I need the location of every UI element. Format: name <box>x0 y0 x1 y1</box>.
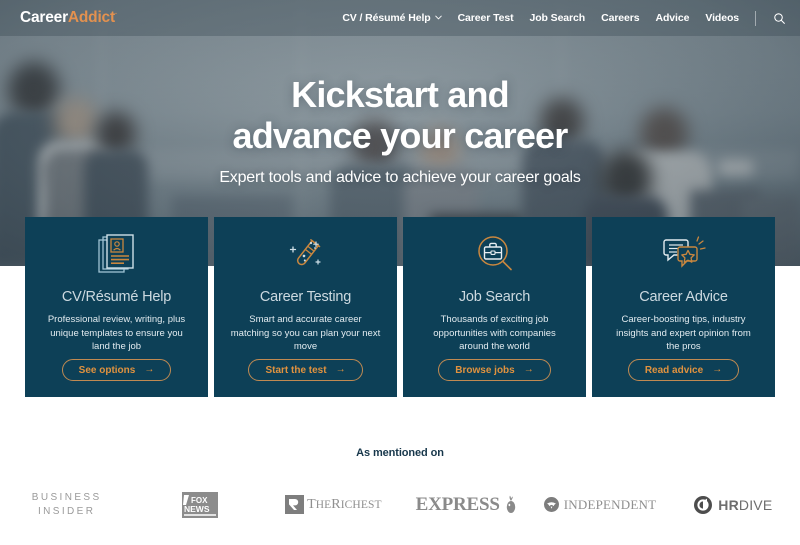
logo-text-accent: Addict <box>67 9 115 26</box>
logo-hr-dive[interactable]: HRDIVE <box>667 482 800 527</box>
nav-label: Careers <box>601 12 640 24</box>
card-title: Career Testing <box>259 289 352 305</box>
logo-fox-news[interactable]: FOX NEWS <box>133 482 266 527</box>
search-icon[interactable] <box>772 11 786 25</box>
logo-text: INDEPENDENT <box>563 496 657 512</box>
read-advice-button[interactable]: Read advice → <box>627 359 740 381</box>
logo-independent[interactable]: INDEPENDENT <box>533 482 666 527</box>
logo-business-insider[interactable]: BUSINESS INSIDER <box>0 482 133 527</box>
hero-title: Kickstart and advance your career <box>0 74 800 156</box>
logo-text-primary: Career <box>20 9 68 26</box>
card-career-testing[interactable]: Career Testing Smart and accurate career… <box>214 217 397 397</box>
nav-item-job-search[interactable]: Job Search <box>529 12 585 24</box>
chevron-down-icon <box>434 14 442 21</box>
speech-bubbles-star-icon <box>661 233 707 277</box>
hr-dive-mark <box>694 495 713 514</box>
nav-item-career-test[interactable]: Career Test <box>458 12 514 24</box>
card-title: Career Advice <box>639 289 728 305</box>
nav-label: Advice <box>655 12 690 24</box>
fox-news-mark: FOX NEWS <box>182 491 218 518</box>
express-crest-icon <box>506 495 515 513</box>
card-job-search[interactable]: Job Search Thousands of exciting job opp… <box>403 217 586 397</box>
see-options-button[interactable]: See options → <box>61 359 172 381</box>
nav-item-videos[interactable]: Videos <box>705 12 739 24</box>
button-label: Browse jobs <box>455 364 515 376</box>
resume-documents-icon <box>97 233 136 277</box>
nav-item-advice[interactable]: Advice <box>656 12 690 24</box>
logo-the-richest[interactable]: THERICHEST <box>267 482 400 527</box>
start-the-test-button[interactable]: Start the test → <box>248 359 363 381</box>
arrow-right-icon: → <box>335 363 346 375</box>
card-cv-resume-help[interactable]: CV/Résumé Help Professional review, writ… <box>25 217 208 397</box>
logo-text-rest: DIVE <box>738 496 773 513</box>
card-career-advice[interactable]: Career Advice Career-boosting tips, indu… <box>592 217 775 397</box>
logo-text-bold: HR <box>718 496 739 513</box>
arrow-right-icon: → <box>712 363 723 375</box>
nav-label: Career Test <box>457 12 514 24</box>
main-nav: CV / Résumé Help Career Test Job Search … <box>342 10 800 26</box>
logo-trademark: · <box>114 10 118 18</box>
top-navigation-bar: CareerAddict· CV / Résumé Help Career Te… <box>0 0 800 36</box>
arrow-right-icon: → <box>523 363 534 375</box>
logo-text: HRDIVE <box>718 497 772 513</box>
landing-page: CareerAddict· CV / Résumé Help Career Te… <box>0 0 800 545</box>
button-label: Read advice <box>644 364 704 376</box>
button-label: Start the test <box>265 364 327 376</box>
browse-jobs-button[interactable]: Browse jobs → <box>438 359 551 381</box>
as-mentioned-heading: As mentioned on <box>356 447 444 459</box>
nav-divider <box>755 10 756 26</box>
feature-cards-row: CV/Résumé Help Professional review, writ… <box>25 217 775 397</box>
logo-line-1: BUSINESS <box>31 491 102 503</box>
logo-line-2: INSIDER <box>37 505 96 517</box>
logo-text: EXPRESS <box>415 493 500 515</box>
arrow-right-icon: → <box>144 363 155 375</box>
nav-label: CV / Résumé Help <box>342 12 431 24</box>
hero-subtitle: Expert tools and advice to achieve your … <box>219 169 581 186</box>
nav-label: Videos <box>705 12 739 24</box>
test-tube-icon <box>285 233 327 277</box>
press-logos-row: BUSINESS INSIDER FOX NEWS THERICHEST EXP… <box>0 482 800 527</box>
svg-text:NEWS: NEWS <box>184 504 210 514</box>
briefcase-magnifier-icon <box>474 233 516 277</box>
nav-item-careers[interactable]: Careers <box>601 12 640 24</box>
card-description: Smart and accurate career matching so yo… <box>230 314 381 352</box>
button-label: See options <box>78 364 136 376</box>
card-title: Job Search <box>458 289 531 305</box>
site-logo[interactable]: CareerAddict· <box>20 9 117 27</box>
independent-eagle-icon <box>543 497 559 512</box>
nav-label: Job Search <box>529 12 586 24</box>
card-description: Thousands of exciting job opportunities … <box>433 314 556 352</box>
logo-text: THERICHEST <box>307 496 382 512</box>
card-description: Career-boosting tips, industry insights … <box>616 314 751 352</box>
the-richest-mark <box>285 495 305 514</box>
nav-item-cv-resume-help[interactable]: CV / Résumé Help <box>342 12 442 24</box>
card-title: CV/Résumé Help <box>61 289 172 305</box>
hero-title-line-1: Kickstart and <box>291 74 509 115</box>
card-description: Professional review, writing, plus uniqu… <box>47 314 186 352</box>
hero-text-block: Kickstart and advance your career Expert… <box>0 74 800 187</box>
hero-title-line-2: advance your career <box>232 115 568 156</box>
logo-express[interactable]: EXPRESS <box>400 482 533 527</box>
